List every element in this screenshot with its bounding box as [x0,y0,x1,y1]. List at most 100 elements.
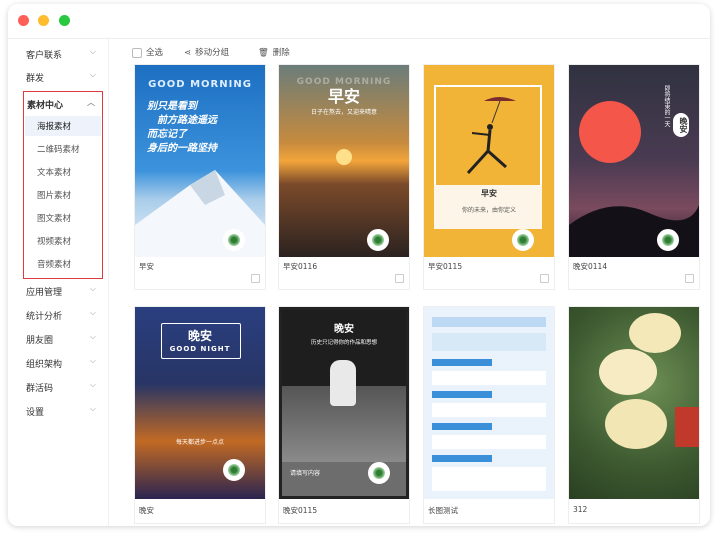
select-all-label: 全选 [146,48,164,58]
moon-graphic [579,101,641,163]
poster-thumbnail: 早安 GOOD MORNING 日子在熬去，又迎来晴意 [279,65,409,257]
poster-line: 身后的一路坚持 [147,143,217,154]
poster-card[interactable]: 早安 GOOD MORNING 日子在熬去，又迎来晴意 早安0116 [278,64,410,290]
poster-card[interactable]: 长图测试 [423,306,555,524]
sidebar-subitem-article[interactable]: 图文素材 [25,208,101,228]
chevron-down-icon: ⌵ [89,47,96,56]
poster-heading: 晚安 [673,113,689,137]
sidebar-subitem-qrcode[interactable]: 二维码素材 [25,139,101,159]
sidebar-item-material-center[interactable]: 素材中心 ︿ [25,95,101,113]
poster-thumbnail: 晚安 即将结束的一天 [569,65,699,257]
sidebar-item-label: 统计分析 [26,312,63,322]
poster-card[interactable]: GOOD MORNING 别只是看到 前方路途遥远 而忘记了 身后的一路坚持 早… [134,64,266,290]
card-checkbox[interactable] [251,274,260,283]
sidebar-item-moments[interactable]: 朋友圈 ⌵ [8,328,108,350]
long-image-block [432,391,492,398]
sidebar-item-organization[interactable]: 组织架构 ⌵ [8,352,108,374]
long-image-block [432,333,546,351]
qr-code-icon [223,459,245,481]
delete-button[interactable]: 🗑 删除 [258,46,290,58]
long-image-block [432,423,492,430]
sidebar-subitem-label: 视频素材 [37,237,72,247]
card-checkbox[interactable] [395,274,404,283]
title-bar [8,4,710,39]
poster-thumbnail: 早安 你的未来，由你定义 [424,65,554,257]
sidebar-item-group-code[interactable]: 群活码 ⌵ [8,376,108,398]
poster-heading: GOOD MORNING [148,79,252,90]
long-image-block [432,317,546,327]
close-window-button[interactable] [18,15,29,26]
poster-subheading: GOOD NIGHT [169,345,231,353]
qr-code-icon [367,229,389,251]
dancer-illustration [466,97,516,175]
sidebar-item-settings[interactable]: 设置 ⌵ [8,400,108,422]
sidebar-item-label: 应用管理 [26,288,63,298]
card-title: 晚安 [139,506,154,515]
poster-line: 每天都进步一点点 [175,439,224,446]
hill-illustration [569,205,699,257]
sidebar-item-mass-send[interactable]: 群发 ⌵ [8,66,108,88]
sidebar-subitem-label: 图片素材 [37,191,72,201]
flower-graphic [629,313,681,353]
astronaut-graphic [330,360,356,406]
long-image-block [432,359,492,366]
sidebar-subitem-image[interactable]: 图片素材 [25,185,101,205]
flower-graphic [605,399,667,449]
poster-line: 而忘记了 [147,129,187,140]
chevron-down-icon: ⌵ [89,356,96,365]
sidebar-subitem-label: 图文素材 [37,214,72,224]
sidebar-subitem-label: 文本素材 [37,168,72,178]
poster-card[interactable]: 晚安 历史只记得你的作品和思想 请填写内容 晚安0115 [278,306,410,524]
sidebar: 客户联系 ⌵ 群发 ⌵ 素材中心 ︿ 海报素材 二维码素材 文本素材 图片素材 … [8,39,109,526]
long-image-block [432,435,546,449]
chevron-down-icon: ⌵ [89,284,96,293]
sidebar-subitem-label: 海报素材 [37,122,72,132]
sidebar-item-label: 素材中心 [27,101,64,111]
minimize-window-button[interactable] [38,15,49,26]
poster-line: 即将结束的一天 [663,85,670,127]
long-image-block [432,455,492,462]
poster-thumbnail [569,307,699,499]
sun-graphic [336,149,352,165]
poster-heading: 晚安 [187,329,212,343]
card-title: 早安0116 [283,262,318,271]
long-image-block [432,403,546,417]
qr-code-icon [368,462,390,484]
card-checkbox[interactable] [685,274,694,283]
move-group-button[interactable]: ⋖ 移动分组 [184,46,229,58]
poster-thumbnail: 晚安 历史只记得你的作品和思想 请填写内容 [279,307,409,499]
chevron-down-icon: ⌵ [89,308,96,317]
poster-card[interactable]: 晚安 即将结束的一天 晚安0114 [568,64,700,290]
sidebar-subitem-video[interactable]: 视频素材 [25,231,101,251]
card-checkbox[interactable] [540,274,549,283]
poster-thumbnail: GOOD MORNING 别只是看到 前方路途遥远 而忘记了 身后的一路坚持 [135,65,265,257]
poster-thumbnail: 晚安 GOOD NIGHT 每天都进步一点点 [135,307,265,499]
card-title: 晚安0115 [283,506,318,515]
sidebar-subitem-poster[interactable]: 海报素材 [25,116,101,136]
sidebar-item-label: 朋友圈 [26,336,54,346]
chevron-down-icon: ⌵ [89,70,96,79]
qr-code-icon [657,229,679,251]
sidebar-subitem-audio[interactable]: 音频素材 [25,254,101,274]
flower-graphic [599,349,657,395]
sidebar-item-customer-contact[interactable]: 客户联系 ⌵ [8,43,108,65]
select-all-button[interactable]: 全选 [132,46,163,58]
poster-heading: 晚安 [334,324,354,335]
sidebar-subitem-label: 二维码素材 [37,145,80,155]
trash-icon: 🗑 [258,48,269,58]
sidebar-item-app-management[interactable]: 应用管理 ⌵ [8,280,108,302]
poster-card[interactable]: 早安 你的未来，由你定义 早安0115 [423,64,555,290]
poster-card[interactable]: 312 [568,306,700,524]
chevron-down-icon: ⌵ [89,380,96,389]
qr-code-icon [223,229,245,251]
poster-line: 前方路途遥远 [157,115,217,126]
poster-heading: 早安 [481,189,497,198]
poster-card[interactable]: 晚安 GOOD NIGHT 每天都进步一点点 晚安 [134,306,266,524]
poster-line: 别只是看到 [147,101,197,112]
sidebar-subitem-text[interactable]: 文本素材 [25,162,101,182]
delete-label: 删除 [272,48,290,58]
long-image-block [432,467,546,491]
sidebar-item-statistics[interactable]: 统计分析 ⌵ [8,304,108,326]
maximize-window-button[interactable] [59,15,70,26]
chevron-up-icon: ︿ [87,98,95,107]
